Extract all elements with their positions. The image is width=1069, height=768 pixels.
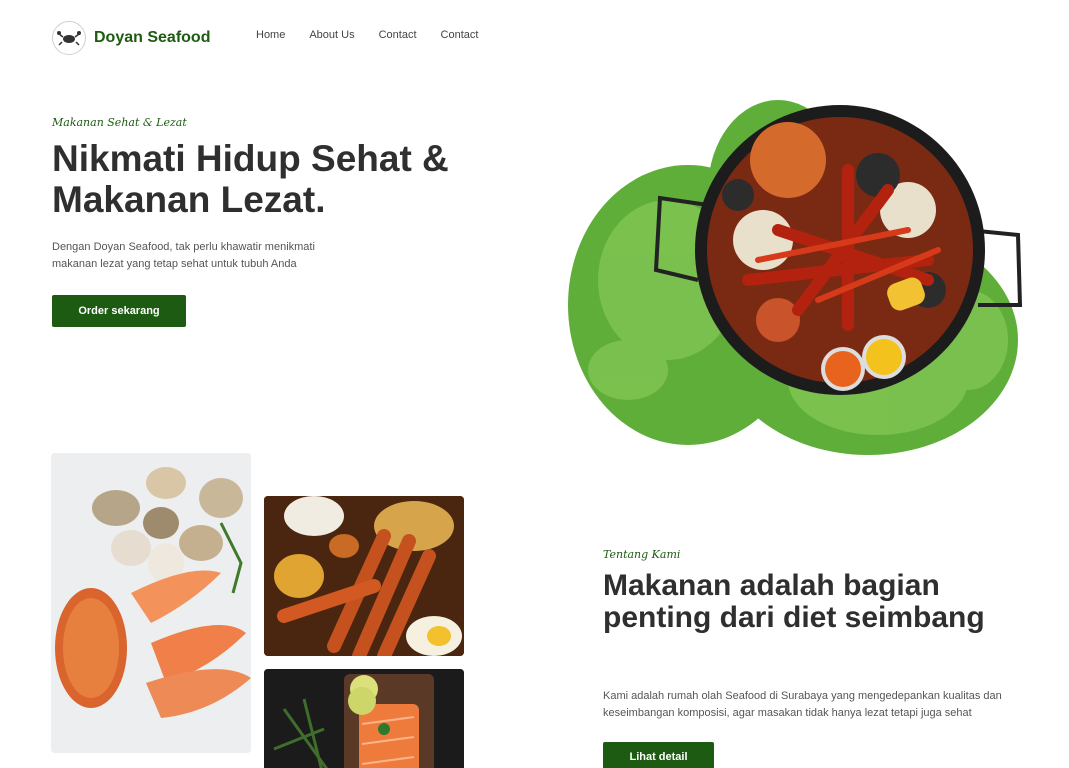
header-nav: Doyan Seafood <box>52 20 210 56</box>
main-menu: Home About Us Contact Contact <box>256 29 502 41</box>
hero-tagline: Makanan Sehat & Lezat <box>52 116 187 129</box>
crab-logo-icon[interactable] <box>52 21 86 55</box>
nav-link-about[interactable]: About Us <box>309 29 354 41</box>
about-tagline: Tentang Kami <box>603 548 681 561</box>
crab-legs-photo <box>264 496 464 656</box>
hero-title: Nikmati Hidup Sehat & Makanan Lezat. <box>52 138 449 220</box>
salmon-photo <box>264 669 464 768</box>
view-detail-button[interactable]: Lihat detail <box>603 742 714 768</box>
nav-link-contact-2[interactable]: Contact <box>441 29 479 41</box>
shellfish-photo <box>51 453 251 753</box>
hero-description: Dengan Doyan Seafood, tak perlu khawatir… <box>52 241 315 270</box>
nav-link-contact[interactable]: Contact <box>379 29 417 41</box>
about-description: Kami adalah rumah olah Seafood di Suraba… <box>603 690 1002 719</box>
seafood-pan-image <box>568 100 1023 455</box>
order-now-button[interactable]: Order sekarang <box>52 295 186 327</box>
nav-link-home[interactable]: Home <box>256 29 285 41</box>
brand-name[interactable]: Doyan Seafood <box>94 29 210 47</box>
about-title: Makanan adalah bagian penting dari diet … <box>603 569 985 634</box>
